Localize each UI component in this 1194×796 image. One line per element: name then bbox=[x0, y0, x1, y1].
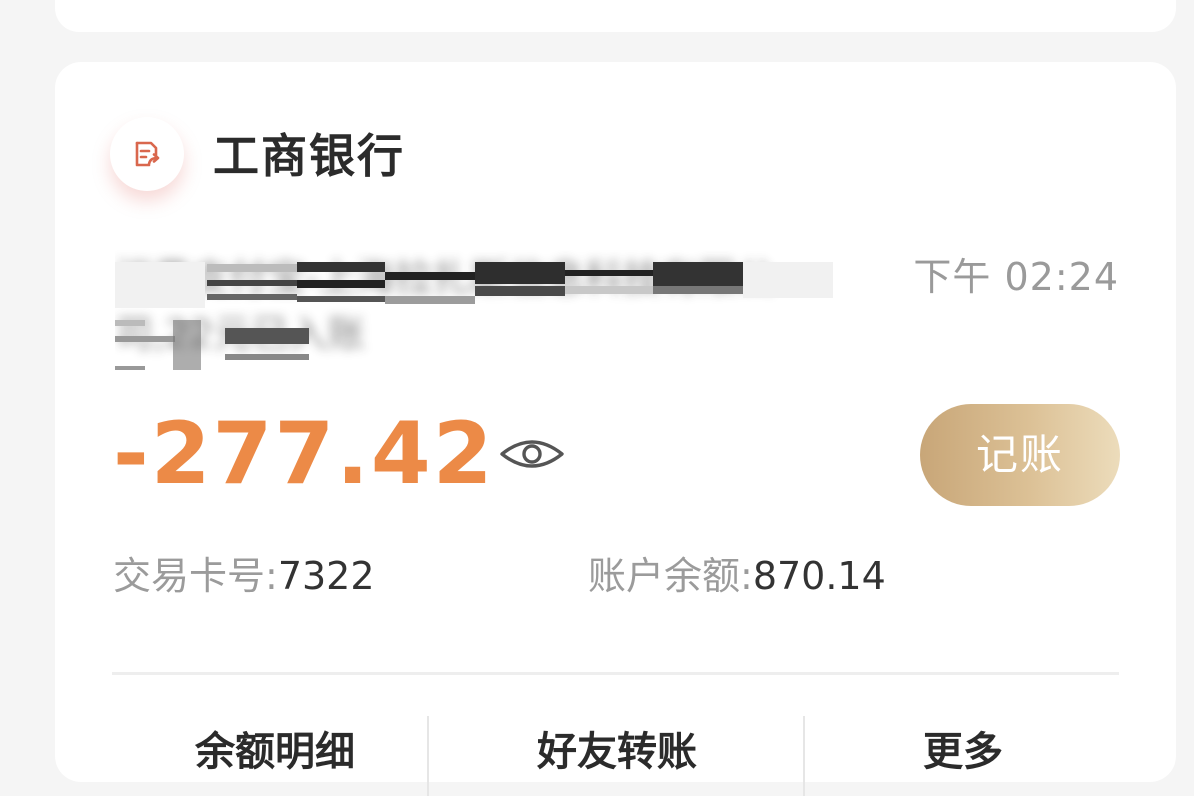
transaction-time: 下午 02:24 bbox=[913, 255, 1119, 299]
bank-name: 工商银行 bbox=[213, 129, 405, 183]
bank-icon-badge bbox=[110, 117, 184, 191]
transaction-amount: -277.42 bbox=[113, 404, 495, 504]
balance-row: 账户余额:870.14 bbox=[588, 550, 886, 602]
friend-transfer-action[interactable]: 好友转账 bbox=[431, 722, 803, 782]
record-button[interactable]: 记账 bbox=[920, 404, 1120, 506]
transaction-card: 工商银行 消费支付宝-上海拉扎斯信息科技有限公司,22元已入账 bbox=[55, 62, 1176, 796]
card-number-value: 7322 bbox=[277, 554, 375, 598]
redaction-mosaic bbox=[115, 250, 850, 370]
balance-detail-action[interactable]: 余额明细 bbox=[115, 722, 435, 782]
balance-value: 870.14 bbox=[752, 554, 886, 598]
card-number-label: 交易卡号: bbox=[113, 554, 278, 598]
divider bbox=[112, 672, 1119, 675]
eye-icon[interactable] bbox=[499, 432, 565, 476]
card-number-row: 交易卡号:7322 bbox=[113, 550, 375, 602]
action-separator bbox=[427, 716, 429, 796]
previous-card bbox=[55, 0, 1176, 32]
transaction-description: 消费支付宝-上海拉扎斯信息科技有限公司,22元已入账 bbox=[115, 250, 850, 370]
transfer-document-icon bbox=[135, 141, 160, 167]
more-action[interactable]: 更多 bbox=[807, 722, 1119, 782]
action-separator bbox=[803, 716, 805, 796]
balance-label: 账户余额: bbox=[588, 554, 753, 598]
